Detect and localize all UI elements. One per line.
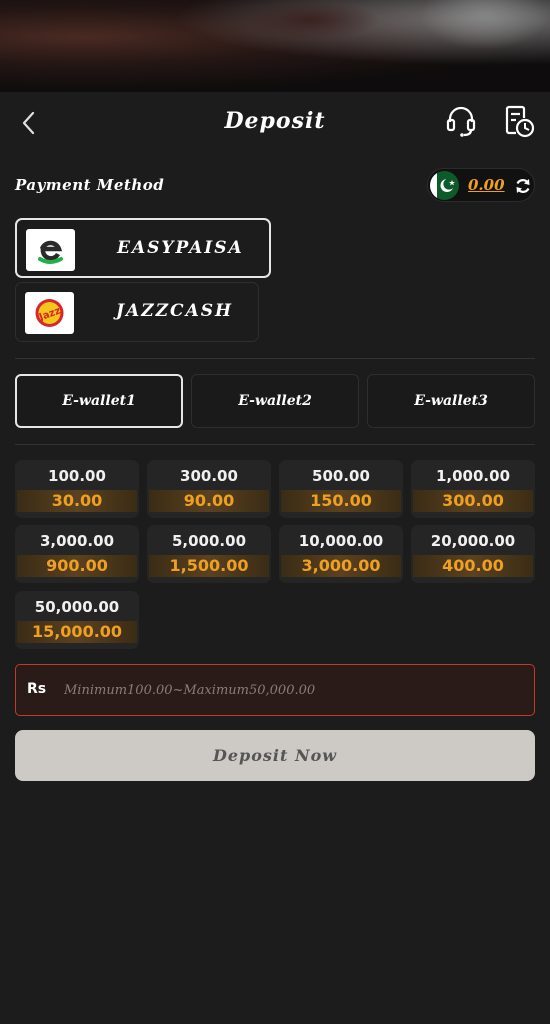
- bonus-value: 400.00: [413, 555, 533, 577]
- amount-option[interactable]: 50,000.00 15,000.00: [15, 591, 139, 649]
- amount-value: 100.00: [48, 467, 106, 485]
- amount-option[interactable]: 3,000.00 900.00: [15, 525, 139, 583]
- background-banner: [0, 0, 550, 92]
- divider: [15, 358, 535, 359]
- bonus-value: 900.00: [17, 555, 137, 577]
- refresh-balance-button[interactable]: [514, 177, 532, 195]
- divider: [15, 444, 535, 445]
- amount-option[interactable]: 100.00 30.00: [15, 460, 139, 518]
- clock-document-icon: [505, 105, 535, 138]
- amount-field: Rs: [15, 664, 535, 716]
- balance-pill: 0.00: [427, 168, 535, 202]
- method-name: EASYPAISA: [117, 238, 244, 258]
- amount-value: 3,000.00: [39, 532, 115, 550]
- headset-icon: [446, 106, 476, 137]
- payment-method-label: Payment Method: [15, 176, 165, 194]
- bonus-value: 30.00: [17, 490, 137, 512]
- currency-label: Rs: [27, 681, 47, 697]
- bonus-value: 15,000.00: [17, 621, 137, 643]
- amount-value: 10,000.00: [298, 532, 384, 550]
- amount-value: 300.00: [180, 467, 238, 485]
- amount-value: 50,000.00: [34, 598, 120, 616]
- pakistan-flag-icon: [430, 171, 459, 200]
- amount-value: 5,000.00: [171, 532, 247, 550]
- bonus-value: 90.00: [149, 490, 269, 512]
- tab-e-wallet1[interactable]: E-wallet1: [15, 374, 183, 428]
- top-bar: Deposit: [0, 92, 550, 154]
- amount-option[interactable]: 500.00 150.00: [279, 460, 403, 518]
- tab-e-wallet2[interactable]: E-wallet2: [191, 374, 359, 428]
- payment-method-jazzcash[interactable]: Jazz JAZZCASH: [15, 282, 259, 342]
- easypaisa-logo: [26, 229, 75, 271]
- amount-option[interactable]: 1,000.00 300.00: [411, 460, 535, 518]
- bonus-value: 150.00: [281, 490, 401, 512]
- deposit-now-button[interactable]: Deposit Now: [15, 730, 535, 781]
- amount-value: 500.00: [312, 467, 370, 485]
- amount-option[interactable]: 20,000.00 400.00: [411, 525, 535, 583]
- bonus-value: 300.00: [413, 490, 533, 512]
- balance-amount: 0.00: [468, 176, 505, 194]
- amount-option[interactable]: 5,000.00 1,500.00: [147, 525, 271, 583]
- history-button[interactable]: [502, 104, 536, 138]
- method-name: JAZZCASH: [116, 301, 234, 321]
- amount-option[interactable]: 300.00 90.00: [147, 460, 271, 518]
- amount-input[interactable]: [64, 665, 524, 715]
- amount-option[interactable]: 10,000.00 3,000.00: [279, 525, 403, 583]
- tab-e-wallet3[interactable]: E-wallet3: [367, 374, 535, 428]
- bonus-value: 1,500.00: [149, 555, 269, 577]
- jazzcash-logo: Jazz: [25, 292, 74, 334]
- amount-value: 1,000.00: [435, 467, 511, 485]
- bonus-value: 3,000.00: [281, 555, 401, 577]
- support-button[interactable]: [444, 104, 478, 138]
- payment-method-easypaisa[interactable]: EASYPAISA: [15, 218, 271, 278]
- refresh-icon: [516, 179, 530, 193]
- amount-value: 20,000.00: [430, 532, 516, 550]
